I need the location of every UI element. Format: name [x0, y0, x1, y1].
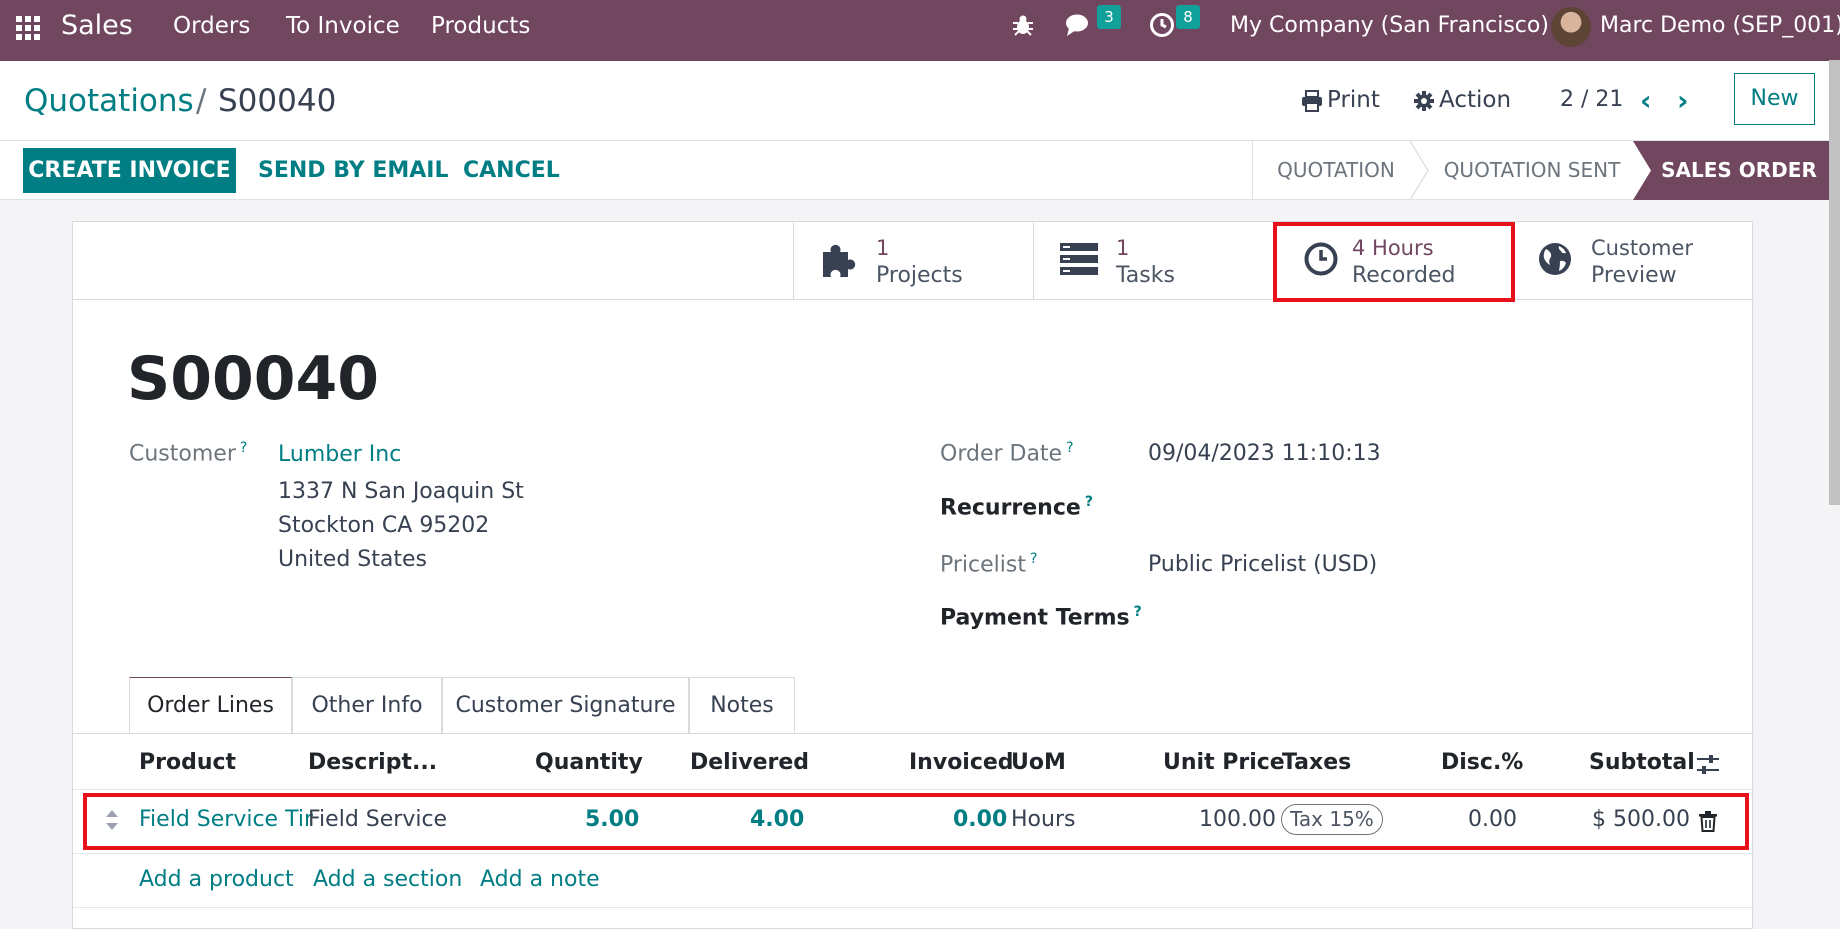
user-avatar[interactable] [1551, 7, 1591, 47]
projects-label: Projects [876, 263, 963, 288]
breadcrumb-current: S00040 [218, 83, 337, 119]
order-line-highlight [83, 793, 1749, 850]
customer-preview-label-2: Preview [1591, 263, 1677, 288]
order-date-label: Order Date? [940, 440, 1074, 467]
tasks-label: Tasks [1116, 263, 1175, 288]
tab-other-info[interactable]: Other Info [292, 677, 442, 734]
breadcrumb-separator: / [196, 83, 207, 119]
add-note-link[interactable]: Add a note [480, 867, 600, 892]
company-switcher[interactable]: My Company (San Francisco) [1230, 0, 1549, 52]
add-section-link[interactable]: Add a section [313, 867, 462, 892]
activity-clock-icon[interactable] [1149, 12, 1175, 38]
recurrence-label: Recurrence? [940, 494, 1093, 521]
hours-recorded-highlight [1273, 222, 1515, 302]
puzzle-icon [823, 244, 856, 277]
row-divider [73, 853, 1754, 854]
breadcrumb-quotations[interactable]: Quotations [24, 83, 194, 119]
globe-icon [1539, 243, 1571, 275]
tasks-smart-button[interactable]: 1 Tasks [1033, 222, 1273, 299]
footer-divider [73, 907, 1754, 908]
cancel-button[interactable]: CANCEL [463, 148, 560, 193]
gear-icon[interactable] [1413, 90, 1435, 112]
projects-smart-button[interactable]: 1 Projects [793, 222, 1033, 299]
pricelist-field[interactable]: Public Pricelist (USD) [1148, 552, 1377, 577]
add-product-link[interactable]: Add a product [139, 867, 294, 892]
col-delivered[interactable]: Delivered [690, 750, 809, 775]
order-date-field[interactable]: 09/04/2023 11:10:13 [1148, 441, 1381, 466]
stage-indicator: QUOTATION QUOTATION SENT SALES ORDER [1252, 141, 1840, 200]
projects-count: 1 [876, 236, 890, 260]
col-description[interactable]: Descript... [308, 750, 437, 775]
address-line-3: United States [278, 547, 427, 572]
top-navbar: Sales Orders To Invoice Products 3 8 My … [0, 0, 1840, 61]
col-uom[interactable]: UoM [1011, 750, 1066, 775]
tab-customer-signature[interactable]: Customer Signature [442, 677, 689, 734]
col-taxes[interactable]: Taxes [1282, 750, 1351, 775]
customer-label: Customer? [129, 440, 248, 467]
chevron-left-icon[interactable]: ‹ [1640, 84, 1652, 117]
print-button[interactable]: Print [1327, 87, 1380, 113]
optional-columns-icon[interactable] [1696, 754, 1720, 776]
col-subtotal[interactable]: Subtotal [1589, 750, 1695, 775]
action-button[interactable]: Action [1439, 87, 1511, 113]
app-name[interactable]: Sales [61, 0, 133, 52]
tab-order-lines[interactable]: Order Lines [129, 677, 292, 734]
apps-menu-icon[interactable] [16, 16, 40, 40]
messages-badge: 3 [1097, 5, 1121, 29]
activities-badge: 8 [1176, 5, 1200, 29]
user-menu[interactable]: Marc Demo (SEP_001) [1600, 0, 1840, 52]
address-line-1: 1337 N San Joaquin St [278, 479, 524, 504]
menu-orders[interactable]: Orders [173, 0, 250, 52]
stage-quotation-sent[interactable]: QUOTATION SENT [1423, 141, 1641, 200]
tab-notes[interactable]: Notes [689, 677, 795, 734]
header-divider [73, 789, 1754, 790]
create-invoice-button[interactable]: CREATE INVOICE [23, 148, 236, 193]
address-line-2: Stockton CA 95202 [278, 513, 490, 538]
tasks-count: 1 [1116, 236, 1130, 260]
col-discount[interactable]: Disc.% [1441, 750, 1523, 775]
record-title: S00040 [127, 344, 379, 414]
form-sheet: 1 Projects 1 Tasks 4 Hours Recorded Cust… [72, 221, 1754, 929]
payment-terms-label: Payment Terms? [940, 604, 1142, 631]
tab-divider [73, 733, 1754, 734]
bug-icon[interactable] [1011, 13, 1035, 37]
customer-field[interactable]: Lumber Inc [278, 442, 401, 467]
control-panel: Quotations / S00040 Print Action 2 / 21 … [0, 61, 1840, 141]
menu-products[interactable]: Products [431, 0, 530, 52]
col-quantity[interactable]: Quantity [535, 750, 643, 775]
new-button[interactable]: New [1734, 73, 1815, 125]
status-bar: CREATE INVOICE SEND BY EMAIL CANCEL QUOT… [0, 141, 1840, 200]
chevron-right-icon[interactable]: › [1677, 84, 1689, 117]
customer-preview-smart-button[interactable]: Customer Preview [1513, 222, 1754, 299]
pricelist-label: Pricelist? [940, 551, 1038, 578]
col-invoiced[interactable]: Invoiced [909, 750, 1014, 775]
col-unit-price[interactable]: Unit Price [1163, 750, 1285, 775]
menu-to-invoice[interactable]: To Invoice [286, 0, 400, 52]
col-product[interactable]: Product [139, 750, 236, 775]
customer-preview-label-1: Customer [1591, 236, 1694, 260]
send-by-email-button[interactable]: SEND BY EMAIL [258, 148, 449, 193]
scrollbar-thumb[interactable] [1829, 60, 1840, 505]
chat-icon[interactable] [1065, 12, 1095, 38]
stage-sales-order[interactable]: SALES ORDER [1633, 141, 1831, 200]
tasks-icon [1060, 243, 1098, 275]
print-icon[interactable] [1301, 90, 1323, 112]
pager-value[interactable]: 2 / 21 [1560, 87, 1623, 112]
stage-quotation[interactable]: QUOTATION [1253, 141, 1419, 200]
